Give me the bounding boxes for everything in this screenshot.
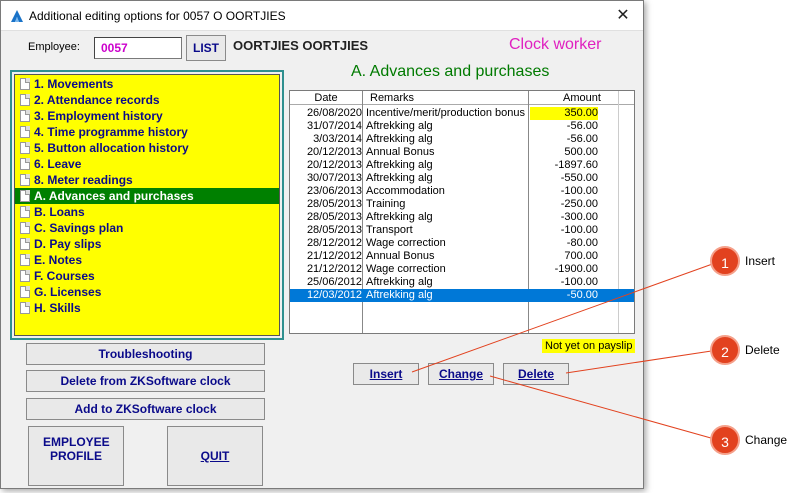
callout-1-label: Insert [745, 254, 776, 268]
leader-line-change [489, 375, 719, 441]
leader-line-delete [565, 349, 719, 374]
callout-3-badge: 3 [710, 425, 740, 455]
callout-2-label: Delete [745, 343, 780, 357]
callout-3-label: Change [745, 433, 788, 447]
leader-line-insert [411, 261, 719, 373]
callout-1-badge: 1 [710, 246, 740, 276]
callout-2-badge: 2 [710, 335, 740, 365]
callout-leader-lines [411, 261, 719, 441]
